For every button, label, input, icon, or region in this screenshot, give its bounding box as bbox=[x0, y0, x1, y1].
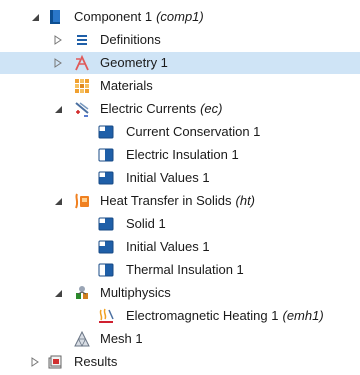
node-label: Electric Insulation 1 bbox=[126, 147, 239, 162]
tree-node-current-conservation[interactable]: Current Conservation 1 bbox=[0, 121, 360, 143]
node-label: Component 1 bbox=[74, 9, 153, 24]
node-label: Solid 1 bbox=[126, 216, 166, 231]
node-label: Initial Values 1 bbox=[126, 170, 210, 185]
tree-node-initial-values-ec[interactable]: Initial Values 1 bbox=[0, 167, 360, 189]
em-heating-icon bbox=[98, 308, 114, 324]
tree-node-multiphysics[interactable]: Multiphysics bbox=[0, 282, 360, 304]
node-label: Geometry 1 bbox=[100, 55, 168, 70]
node-label: Thermal Insulation 1 bbox=[126, 262, 244, 277]
collapse-arrow-icon[interactable] bbox=[51, 98, 65, 120]
expand-arrow-icon[interactable] bbox=[51, 29, 65, 51]
tree-node-definitions[interactable]: Definitions bbox=[0, 29, 360, 51]
node-label: Electromagnetic Heating 1 bbox=[126, 308, 279, 323]
node-label: Multiphysics bbox=[100, 285, 171, 300]
domain-feature-icon bbox=[98, 216, 114, 232]
node-tag: (emh1) bbox=[282, 308, 324, 323]
node-label: Mesh 1 bbox=[100, 331, 143, 346]
definitions-icon bbox=[74, 32, 90, 48]
tree-node-em-heating[interactable]: Electromagnetic Heating 1 (emh1) bbox=[0, 305, 360, 327]
collapse-arrow-icon[interactable] bbox=[51, 190, 65, 212]
domain-feature-icon bbox=[98, 124, 114, 140]
materials-icon bbox=[74, 78, 90, 94]
tree-node-electric-currents[interactable]: Electric Currents (ec) bbox=[0, 98, 360, 120]
geometry-icon bbox=[74, 55, 90, 71]
node-label: Electric Currents bbox=[100, 101, 197, 116]
tree-node-results[interactable]: Results bbox=[0, 351, 360, 373]
boundary-feature-icon bbox=[98, 262, 114, 278]
tree-node-solid[interactable]: Solid 1 bbox=[0, 213, 360, 235]
node-label: Current Conservation 1 bbox=[126, 124, 261, 139]
node-label: Results bbox=[74, 354, 118, 369]
tree-node-materials[interactable]: Materials bbox=[0, 75, 360, 97]
mesh-icon bbox=[74, 331, 90, 347]
tree-node-heat-transfer[interactable]: Heat Transfer in Solids (ht) bbox=[0, 190, 360, 212]
component-icon bbox=[47, 9, 63, 25]
boundary-feature-icon bbox=[98, 147, 114, 163]
tree-node-geometry[interactable]: Geometry 1 bbox=[0, 52, 360, 74]
domain-feature-icon bbox=[98, 170, 114, 186]
collapse-arrow-icon[interactable] bbox=[51, 282, 65, 304]
expand-arrow-icon[interactable] bbox=[51, 52, 65, 74]
tree-node-thermal-insulation[interactable]: Thermal Insulation 1 bbox=[0, 259, 360, 281]
multiphysics-icon bbox=[74, 285, 90, 301]
tree-node-initial-values-ht[interactable]: Initial Values 1 bbox=[0, 236, 360, 258]
node-tag: (ht) bbox=[235, 193, 256, 208]
node-tag: (comp1) bbox=[156, 9, 204, 24]
node-label: Heat Transfer in Solids bbox=[100, 193, 232, 208]
tree-node-component[interactable]: Component 1 (comp1) bbox=[0, 6, 360, 28]
expand-arrow-icon[interactable] bbox=[28, 351, 42, 373]
tree-node-mesh[interactable]: Mesh 1 bbox=[0, 328, 360, 350]
heat-transfer-icon bbox=[74, 193, 90, 209]
collapse-arrow-icon[interactable] bbox=[28, 6, 42, 28]
electric-currents-icon bbox=[74, 101, 90, 117]
tree-node-electric-insulation[interactable]: Electric Insulation 1 bbox=[0, 144, 360, 166]
node-label: Definitions bbox=[100, 32, 161, 47]
node-tag: (ec) bbox=[200, 101, 223, 116]
domain-feature-icon bbox=[98, 239, 114, 255]
model-tree: Component 1 (comp1) Definitions Geometry… bbox=[0, 0, 360, 375]
results-icon bbox=[47, 354, 63, 370]
node-label: Initial Values 1 bbox=[126, 239, 210, 254]
node-label: Materials bbox=[100, 78, 153, 93]
